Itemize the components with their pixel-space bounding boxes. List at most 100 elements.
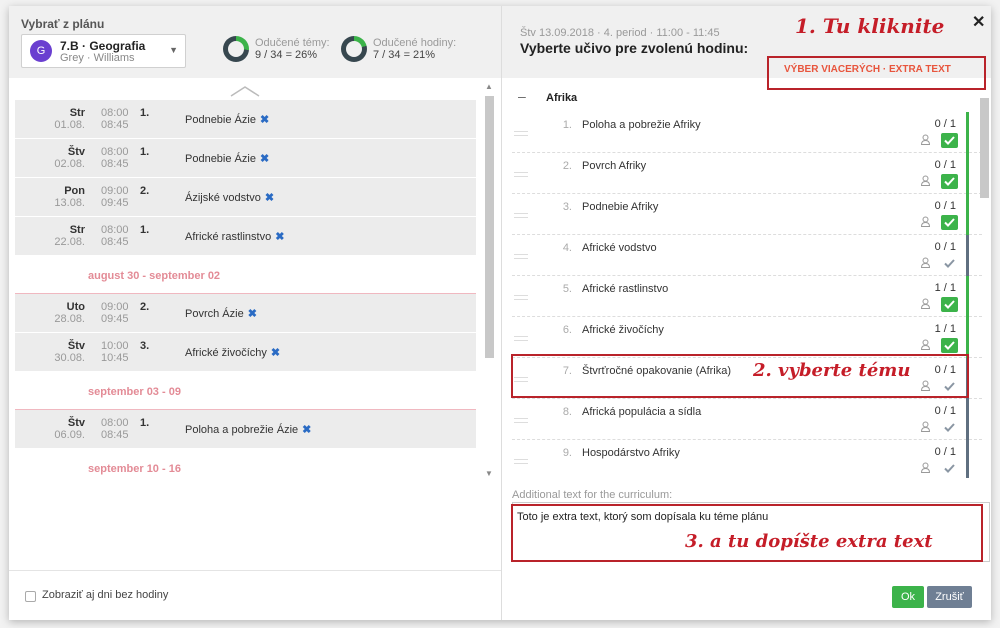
- topic-row[interactable]: 5. Africké rastlinstvo 1 / 1: [512, 276, 982, 317]
- remove-topic-icon[interactable]: ✖: [271, 347, 280, 359]
- person-icon: [920, 339, 931, 350]
- lesson-row[interactable]: Str 01.08. 08:00 08:45 1. Podnebie Ázie ✖: [15, 100, 476, 139]
- person-icon: [920, 134, 931, 145]
- topic-checkbox[interactable]: [941, 133, 958, 148]
- lesson-date: 06.09.: [54, 429, 85, 441]
- lesson-row[interactable]: Str 22.08. 08:00 08:45 1. Africké rastlinstvo…: [15, 217, 476, 256]
- class-select[interactable]: G 7.B · Geografia Grey · Williams ▼: [21, 34, 186, 68]
- person-icon: [920, 462, 931, 473]
- lesson-row[interactable]: Pon 13.08. 09:00 09:45 2. Ázijské vodstvo ✖: [15, 178, 476, 217]
- lesson-period: 1.: [140, 417, 150, 429]
- taught-hours-label: Odučené hodiny:: [373, 37, 457, 49]
- lesson-end-time: 09:45: [101, 313, 129, 325]
- topic-row[interactable]: 9. Hospodárstvo Afriky 0 / 1: [512, 440, 982, 478]
- drag-handle-icon[interactable]: [514, 213, 528, 218]
- drag-handle-icon[interactable]: [514, 295, 528, 300]
- topic-count: 0 / 1: [934, 241, 956, 253]
- remove-topic-icon[interactable]: ✖: [275, 231, 284, 243]
- topic-name: Povrch Afriky: [582, 160, 647, 172]
- topic-checkbox[interactable]: [941, 215, 958, 230]
- topic-row[interactable]: 8. Africká populácia a sídla 0 / 1: [512, 399, 982, 440]
- lesson-row[interactable]: Štv 02.08. 08:00 08:45 1. Podnebie Ázie ✖: [15, 139, 476, 178]
- lesson-end-time: 08:45: [101, 429, 129, 441]
- topic-name: Africké živočíchy: [582, 324, 664, 336]
- remove-topic-icon[interactable]: ✖: [265, 192, 274, 204]
- drag-handle-icon[interactable]: [514, 131, 528, 136]
- remove-topic-icon[interactable]: ✖: [302, 424, 311, 436]
- remove-topic-icon[interactable]: ✖: [260, 153, 269, 165]
- scrollbar-thumb[interactable]: [485, 96, 494, 358]
- annotation-step2: 2. vyberte tému: [753, 360, 911, 381]
- group-collapse-toggle[interactable]: –: [518, 88, 526, 104]
- scroll-up-icon[interactable]: ▲: [485, 82, 493, 91]
- lesson-row[interactable]: Štv 06.09. 08:00 08:45 1. Poloha a pobrežie Á…: [15, 410, 476, 449]
- topic-checkbox[interactable]: [941, 338, 958, 353]
- topic-number: 8.: [562, 406, 572, 418]
- remove-topic-icon[interactable]: ✖: [248, 308, 257, 320]
- drag-handle-icon[interactable]: [514, 254, 528, 259]
- collapse-up-icon[interactable]: [229, 84, 261, 98]
- lesson-row[interactable]: Štv 30.08. 10:00 10:45 3. Africké živočíchy ✖: [15, 333, 476, 372]
- topic-count: 0 / 1: [934, 118, 956, 130]
- lesson-period: 1.: [140, 224, 150, 236]
- topic-count: 0 / 1: [934, 159, 956, 171]
- ok-button[interactable]: Ok: [892, 586, 924, 608]
- close-icon[interactable]: ✕: [972, 12, 985, 32]
- lessons-scrollbar[interactable]: ▲ ▼: [483, 82, 496, 478]
- lesson-topic-label: Africké živočíchy: [185, 347, 267, 359]
- lesson-row[interactable]: Uto 28.08. 09:00 09:45 2. Povrch Ázie ✖: [15, 294, 476, 333]
- topic-row[interactable]: 4. Africké vodstvo 0 / 1: [512, 235, 982, 276]
- remove-topic-icon[interactable]: ✖: [260, 114, 269, 126]
- topic-row[interactable]: 2. Povrch Afriky 0 / 1: [512, 153, 982, 194]
- lesson-end-time: 08:45: [101, 158, 129, 170]
- checkmark-icon: [944, 423, 955, 432]
- taught-topics-value: 9 / 34 = 26%: [255, 49, 318, 61]
- topic-row[interactable]: 1. Poloha a pobrežie Afriky 0 / 1: [512, 112, 982, 153]
- lesson-period: 2.: [140, 185, 150, 197]
- annotation-step3: 3. a tu dopíšte extra text: [685, 531, 933, 552]
- person-icon: [920, 298, 931, 309]
- topic-count: 1 / 1: [934, 282, 956, 294]
- plan-header: Vybrať z plánu G 7.B · Geografia Grey · …: [9, 6, 501, 78]
- drag-handle-icon[interactable]: [514, 336, 528, 341]
- topic-name: Poloha a pobrežie Afriky: [582, 119, 701, 131]
- taught-topics-donut: [223, 36, 249, 62]
- topic-row[interactable]: 3. Podnebie Afriky 0 / 1: [512, 194, 982, 235]
- class-avatar: G: [30, 40, 52, 62]
- topic-status-bar: [966, 317, 969, 358]
- lesson-topic: Povrch Ázie ✖: [185, 307, 257, 320]
- topic-checkbox[interactable]: [941, 461, 958, 476]
- topic-checkbox[interactable]: [941, 420, 958, 435]
- checkmark-icon: [944, 177, 955, 186]
- topic-count: 0 / 1: [934, 200, 956, 212]
- drag-handle-icon[interactable]: [514, 418, 528, 423]
- week-separator: september 03 - 09: [15, 372, 476, 410]
- topic-status-bar: [966, 153, 969, 194]
- lesson-day: Str: [69, 224, 85, 236]
- topic-checkbox[interactable]: [941, 174, 958, 189]
- topics-list: 1. Poloha a pobrežie Afriky 0 / 1 2. Povrch …: [512, 112, 982, 478]
- topic-number: 2.: [562, 160, 572, 172]
- drag-handle-icon[interactable]: [514, 459, 528, 464]
- week-label: august 30 - september 02: [88, 270, 221, 282]
- lesson-period: 1.: [140, 146, 150, 158]
- topic-row[interactable]: 6. Africké živočíchy 1 / 1: [512, 317, 982, 358]
- topics-scrollbar-thumb[interactable]: [980, 98, 989, 198]
- week-separator: august 30 - september 02: [15, 256, 476, 294]
- lesson-day: Štv: [67, 417, 85, 429]
- topic-checkbox[interactable]: [941, 256, 958, 271]
- topic-status-bar: [966, 194, 969, 235]
- show-days-checkbox[interactable]: [25, 591, 36, 602]
- lesson-topic: Ázijské vodstvo ✖: [185, 191, 274, 204]
- topic-number: 9.: [562, 447, 572, 459]
- taught-hours-value: 7 / 34 = 21%: [373, 49, 436, 61]
- lesson-period: 1.: [140, 107, 150, 119]
- lesson-date: 28.08.: [54, 313, 85, 325]
- topic-name: Africké rastlinstvo: [582, 283, 669, 295]
- scroll-down-icon[interactable]: ▼: [485, 469, 493, 478]
- cancel-button[interactable]: Zrušiť: [927, 586, 972, 608]
- topic-checkbox[interactable]: [941, 297, 958, 312]
- drag-handle-icon[interactable]: [514, 172, 528, 177]
- topic-count: 0 / 1: [934, 405, 956, 417]
- lesson-topic-label: Podnebie Ázie: [185, 114, 256, 126]
